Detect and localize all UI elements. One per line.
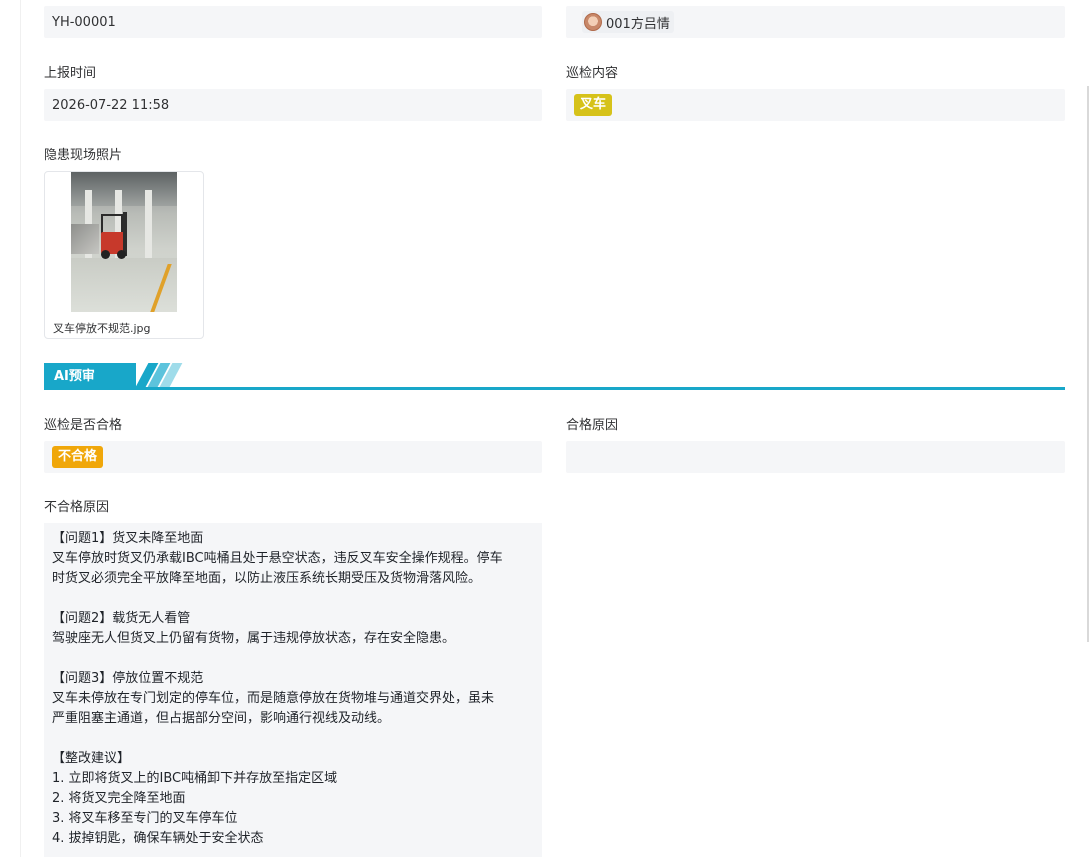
photo-label: 隐患现场照片 — [44, 148, 123, 163]
photo-forklift-wheel — [117, 250, 126, 259]
section-underline — [44, 387, 1065, 390]
fail-reason-line — [52, 729, 534, 749]
report-time-group: 上报时间 2026-07-22 11:58 — [44, 64, 542, 121]
fail-reason-line — [52, 649, 534, 669]
pass-status-tag: 不合格 — [52, 446, 104, 468]
reporter-chip[interactable]: 001方吕情 — [582, 11, 674, 33]
inspect-content-group: 巡检内容 叉车 — [566, 64, 1065, 121]
pass-field: 不合格 — [44, 441, 542, 473]
fail-reason-line: 1. 立即将货叉上的IBC吨桶卸下并存放至指定区域 — [52, 771, 338, 786]
photo-card[interactable]: 叉车停放不规范.jpg — [44, 171, 204, 339]
fail-reason-line: 3. 将叉车移至专门的叉车停车位 — [52, 811, 238, 826]
ai-section-header: AI预审 — [44, 363, 1065, 390]
photo-forklift-mast — [123, 212, 127, 256]
fail-reason-line: 严重阻塞主通道，但占据部分空间，影响通行视线及动线。 — [52, 711, 391, 726]
scrollbar[interactable] — [1087, 86, 1089, 642]
ai-section-title: AI预审 — [54, 369, 95, 384]
reporter-name: 001方吕情 — [606, 16, 670, 32]
photo-filename: 叉车停放不规范.jpg — [53, 322, 151, 335]
fail-reason-line: 时货叉必须完全平放降至地面，以防止液压系统长期受压及货物滑落风险。 — [52, 571, 482, 586]
report-time-value: 2026-07-22 11:58 — [52, 97, 170, 113]
fail-reason-line: 4. 拔掉钥匙，确保车辆处于安全状态 — [52, 831, 264, 846]
report-time-field: 2026-07-22 11:58 — [44, 89, 542, 121]
fail-reason-line: 【问题1】货叉未降至地面 — [52, 531, 204, 546]
fail-reason-line: 【问题2】载货无人看管 — [52, 611, 191, 626]
pass-reason-group: 合格原因 — [566, 416, 1065, 473]
fail-reason-line: 叉车未停放在专门划定的停车位，而是随意停放在货物堆与通道交界处，虽未 — [52, 691, 495, 706]
fail-reason-label: 不合格原因 — [44, 500, 110, 515]
photo-goods — [71, 224, 99, 254]
photo-pillar — [145, 190, 152, 260]
pass-reason-label: 合格原因 — [566, 418, 619, 433]
photo-label-wrap: 隐患现场照片 — [44, 146, 542, 166]
hazard-code-field: YH-00001 — [44, 6, 542, 38]
user-avatar-icon — [584, 13, 602, 31]
reporter-field: 001方吕情 — [566, 6, 1065, 38]
pass-reason-field — [566, 441, 1065, 473]
hazard-code-value: YH-00001 — [52, 14, 116, 30]
fail-reason-line: 叉车停放时货叉仍承载IBC吨桶且处于悬空状态，违反叉车安全操作规程。停车 — [52, 551, 503, 566]
fail-reason-line: 【整改建议】 — [52, 751, 131, 766]
report-time-label: 上报时间 — [44, 66, 97, 81]
fail-reason-label-wrap: 不合格原因 — [44, 498, 542, 518]
fail-reason-line: 【问题3】停放位置不规范 — [52, 671, 204, 686]
reporter-group: 001方吕情 — [566, 6, 1065, 38]
fail-reason-line — [52, 589, 534, 609]
inspect-content-field: 叉车 — [566, 89, 1065, 121]
fail-reason-line: 驾驶座无人但货叉上仍留有货物，属于违规停放状态，存在安全隐患。 — [52, 631, 456, 646]
hazard-photo[interactable] — [71, 172, 177, 312]
inspect-content-label: 巡检内容 — [566, 66, 619, 81]
fail-reason-text: 【问题1】货叉未降至地面叉车停放时货叉仍承载IBC吨桶且处于悬空状态，违反叉车安… — [44, 523, 542, 857]
hazard-code-group: YH-00001 — [44, 6, 542, 38]
photo-forklift-wheel — [101, 250, 110, 259]
fail-reason-line: 2. 将货叉完全降至地面 — [52, 791, 186, 806]
pass-group: 巡检是否合格 不合格 — [44, 416, 542, 473]
inspect-content-tag: 叉车 — [574, 94, 613, 116]
photo-forklift-cage — [101, 214, 123, 234]
pass-label: 巡检是否合格 — [44, 418, 123, 433]
